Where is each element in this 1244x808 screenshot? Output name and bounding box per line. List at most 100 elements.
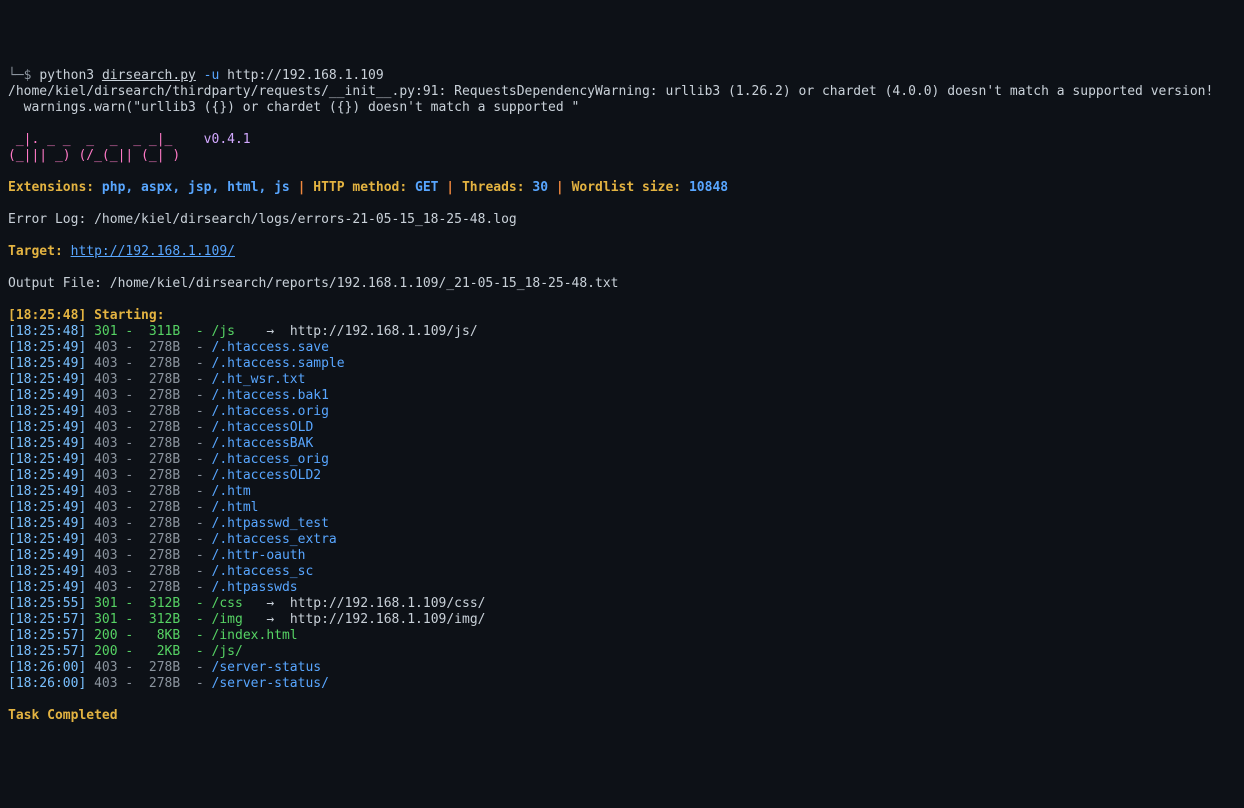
dash: - — [118, 436, 141, 451]
dash: - — [180, 436, 211, 451]
result-row: [18:25:57] 301 - 312B - /img → http://19… — [8, 612, 485, 627]
separator: | — [438, 180, 461, 195]
output-file-line: Output File: /home/kiel/dirsearch/report… — [8, 276, 618, 291]
results-list: [18:25:48] 301 - 311B - /js → http://192… — [8, 324, 1236, 692]
result-path: /index.html — [212, 628, 298, 643]
dash: - — [118, 612, 141, 627]
result-timestamp: [18:25:57] — [8, 628, 86, 643]
cmd-python: python3 — [39, 68, 102, 83]
dash: - — [118, 564, 141, 579]
result-row: [18:25:48] 301 - 311B - /js → http://192… — [8, 324, 478, 339]
result-row: [18:25:49] 403 - 278B - /.htaccess.orig — [8, 404, 329, 419]
result-path: /.htaccess_extra — [212, 532, 337, 547]
start-timestamp: [18:25:48] — [8, 308, 94, 323]
dash: - — [118, 420, 141, 435]
result-row: [18:25:57] 200 - 2KB - /js/ — [8, 644, 243, 659]
dash: - — [180, 372, 211, 387]
dash: - — [118, 644, 141, 659]
result-path: /.htaccessOLD — [212, 420, 314, 435]
result-row: [18:25:49] 403 - 278B - /.htaccess_orig — [8, 452, 329, 467]
redirect-url: http://192.168.1.109/css/ — [290, 596, 486, 611]
response-size: 278B — [141, 500, 180, 515]
result-path: /.htaccess.orig — [212, 404, 329, 419]
result-path: /.htaccess_sc — [212, 564, 314, 579]
status-code: 301 — [94, 596, 117, 611]
result-timestamp: [18:25:49] — [8, 388, 86, 403]
target-line: Target: http://192.168.1.109/ — [8, 244, 235, 259]
response-size: 278B — [141, 388, 180, 403]
status-code: 403 — [94, 468, 117, 483]
status-code: 403 — [94, 340, 117, 355]
result-timestamp: [18:25:49] — [8, 484, 86, 499]
dash: - — [118, 500, 141, 515]
dash: - — [180, 452, 211, 467]
threads-value: 30 — [532, 180, 548, 195]
result-path: /.htm — [212, 484, 251, 499]
dash: - — [180, 468, 211, 483]
dash: - — [180, 340, 211, 355]
dash: - — [118, 372, 141, 387]
result-timestamp: [18:25:49] — [8, 548, 86, 563]
response-size: 278B — [141, 436, 180, 451]
error-log-label: Error Log: — [8, 212, 94, 227]
dash: - — [180, 564, 211, 579]
starting-label: Starting: — [94, 308, 164, 323]
logo-line-1: _|. _ _ _ _ _ _|_ — [8, 132, 204, 147]
http-method-value: GET — [415, 180, 438, 195]
separator: | — [290, 180, 313, 195]
cmd-flag: -u — [196, 68, 227, 83]
dash: - — [118, 676, 141, 691]
result-path: /.htaccess_orig — [212, 452, 329, 467]
dash: - — [180, 388, 211, 403]
dash: - — [118, 324, 141, 339]
wordlist-label: Wordlist size: — [572, 180, 689, 195]
target-url[interactable]: http://192.168.1.109/ — [71, 244, 235, 259]
dash: - — [118, 628, 141, 643]
dash: - — [180, 420, 211, 435]
dash: - — [180, 484, 211, 499]
result-row: [18:25:55] 301 - 312B - /css → http://19… — [8, 596, 485, 611]
result-path: /.htaccessOLD2 — [212, 468, 322, 483]
result-path: /.ht_wsr.txt — [212, 372, 306, 387]
result-row: [18:25:49] 403 - 278B - /.htaccess.save — [8, 340, 329, 355]
response-size: 278B — [141, 404, 180, 419]
response-size: 311B — [141, 324, 180, 339]
extensions-label: Extensions: — [8, 180, 102, 195]
dash: - — [180, 676, 211, 691]
result-timestamp: [18:25:49] — [8, 580, 86, 595]
result-timestamp: [18:26:00] — [8, 660, 86, 675]
status-code: 403 — [94, 660, 117, 675]
cmd-script: dirsearch.py — [102, 68, 196, 83]
status-code: 403 — [94, 516, 117, 531]
response-size: 312B — [141, 612, 180, 627]
result-row: [18:25:49] 403 - 278B - /.httr-oauth — [8, 548, 305, 563]
result-timestamp: [18:25:57] — [8, 644, 86, 659]
result-timestamp: [18:25:49] — [8, 516, 86, 531]
redirect-url: http://192.168.1.109/js/ — [290, 324, 478, 339]
threads-label: Threads: — [462, 180, 532, 195]
response-size: 278B — [141, 548, 180, 563]
prompt-line: └─$ python3 dirsearch.py -u http://192.1… — [8, 68, 384, 83]
task-completed: Task Completed — [8, 708, 118, 723]
status-code: 403 — [94, 388, 117, 403]
response-size: 278B — [141, 660, 180, 675]
status-code: 403 — [94, 404, 117, 419]
result-row: [18:25:49] 403 - 278B - /.ht_wsr.txt — [8, 372, 305, 387]
status-code: 403 — [94, 580, 117, 595]
result-timestamp: [18:25:49] — [8, 564, 86, 579]
dash: - — [118, 516, 141, 531]
result-row: [18:25:49] 403 - 278B - /.htaccess.bak1 — [8, 388, 329, 403]
response-size: 278B — [141, 580, 180, 595]
dash: - — [180, 596, 211, 611]
http-method-label: HTTP method: — [313, 180, 415, 195]
result-path: /.htaccess.bak1 — [212, 388, 329, 403]
status-code: 403 — [94, 372, 117, 387]
status-code: 301 — [94, 324, 117, 339]
dash: - — [118, 532, 141, 547]
result-row: [18:26:00] 403 - 278B - /server-status — [8, 660, 321, 675]
result-timestamp: [18:25:49] — [8, 500, 86, 515]
terminal-output: └─$ python3 dirsearch.py -u http://192.1… — [8, 68, 1236, 724]
prompt-symbol: └─$ — [8, 68, 39, 83]
response-size: 8KB — [141, 628, 180, 643]
status-code: 403 — [94, 420, 117, 435]
